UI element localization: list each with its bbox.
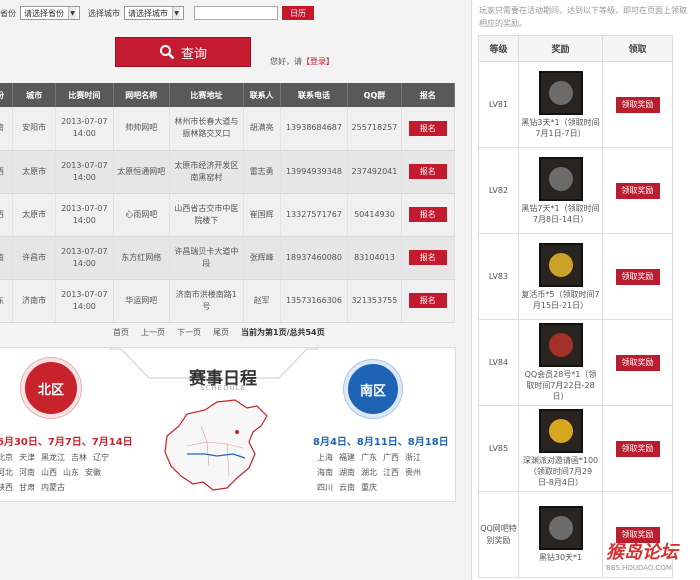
search-button[interactable]: 查询 (115, 37, 251, 67)
chevron-down-icon: ▼ (172, 7, 180, 19)
claim-reward-button[interactable]: 领取奖励 (615, 440, 660, 457)
left-column: 省份 请选择省份 ▼ 选择城市 请选择城市 ▼ 日历 查询 您好，请【登录】 份… (0, 0, 462, 580)
north-dates: 6月30日、7月7日、7月14日 (0, 437, 133, 448)
reward-row: LV83 复活币*5（领取时间7月15日-21日） 领取奖励 (478, 233, 673, 320)
reward-level: LV83 (478, 233, 519, 320)
province-select[interactable]: 请选择省份 ▼ (20, 6, 80, 20)
col-province: 份 (0, 83, 14, 107)
south-zone-badge: 南区 (344, 360, 402, 418)
city-select[interactable]: 请选择城市 ▼ (124, 6, 184, 20)
col-city: 城市 (12, 83, 57, 107)
col-contact: 联系人 (243, 83, 281, 107)
pager-first[interactable]: 首页 (113, 327, 129, 338)
col-address: 比赛地址 (169, 83, 244, 107)
reward-row: LV85 深渊派对邀请函*100（领取时间7月29日-8月4日） 领取奖励 (478, 405, 673, 492)
col-claim: 领取 (602, 35, 673, 62)
watermark-url: BBS.HOUDAO.COM (606, 564, 672, 572)
table-row: 东 济南市 2013-07-07 14:00 华运网吧 济南市洪楼南路1号 赵军 … (0, 279, 456, 323)
schedule-panel: 赛事日程 SCHEDULE 北区 南区 6月30日、7月7日、7月14日 8月4… (0, 347, 456, 502)
city-label: 选择城市 (88, 8, 120, 18)
pager-prev[interactable]: 上一页 (141, 327, 165, 338)
rewards-note: 玩家只需要在活动期间，达到以下等级，即可在页面上领取相应的奖励。 (479, 6, 687, 28)
rewards-panel: 玩家只需要在活动期间，达到以下等级，即可在页面上领取相应的奖励。 等级 奖励 领… (471, 0, 700, 580)
reward-row: LV82 黑钻7天*1（领取时间7月8日-14日） 领取奖励 (478, 147, 673, 234)
register-button[interactable]: 报名 (408, 164, 447, 179)
reward-item-icon (538, 323, 583, 367)
reward-level: LV82 (478, 147, 519, 234)
col-qq: QQ群 (347, 83, 402, 107)
pager-next[interactable]: 下一页 (177, 327, 201, 338)
search-icon (159, 45, 175, 60)
table-row: 南 许昌市 2013-07-07 14:00 东方红网络 许昌瑞贝卡大道中段 张辉… (0, 236, 456, 280)
register-button[interactable]: 报名 (408, 250, 447, 265)
reward-level: LV81 (478, 61, 519, 148)
filter-bar: 省份 请选择省份 ▼ 选择城市 请选择城市 ▼ 日历 (0, 5, 314, 21)
south-dates: 8月4日、8月11日、8月18日 (313, 437, 449, 448)
col-register: 报名 (401, 83, 456, 107)
reward-item-icon (538, 156, 583, 201)
register-button[interactable]: 报名 (408, 293, 447, 308)
table-row: 南 安阳市 2013-07-07 14:00 帅帅网吧 林州市长春大道与振林路交叉… (0, 107, 456, 151)
reward-row: LV84 QQ会员28号*1（领取时间7月22日-28日） 领取奖励 (478, 319, 673, 406)
calendar-button[interactable]: 日历 (282, 6, 314, 20)
reward-item-icon (538, 506, 583, 550)
reward-item-icon (538, 242, 583, 287)
north-cities: 北京 天津 黑龙江 吉林 辽宁 河北 河南 山西 山东 安徽 陕西 甘肃 内蒙古 (0, 453, 109, 492)
login-link[interactable]: 【登录】 (302, 57, 334, 66)
claim-reward-button[interactable]: 领取奖励 (615, 96, 660, 113)
reward-item-icon (538, 409, 583, 453)
col-cafe: 网吧名称 (113, 83, 170, 107)
pager-last[interactable]: 尾页 (213, 327, 229, 338)
col-level: 等级 (478, 35, 519, 62)
reward-level: LV85 (478, 405, 519, 492)
province-label: 省份 (0, 8, 16, 18)
reward-row: LV81 黑钻3天*1（领取时间7月1日-7日） 领取奖励 (478, 61, 673, 148)
watermark-logo: 猴岛论坛 (606, 542, 678, 563)
greeting: 您好，请【登录】 (270, 57, 334, 66)
table-row: 西 太原市 2013-07-07 14:00 心雨网吧 山西省古交市中医院楼下 崔… (0, 193, 456, 237)
register-button[interactable]: 报名 (408, 207, 447, 222)
col-time: 比赛时间 (55, 83, 114, 107)
reward-item-icon (538, 70, 583, 115)
table-row: 西 太原市 2013-07-07 14:00 太原恒通网吧 太原市经济开发区南黑窑… (0, 150, 456, 194)
register-button[interactable]: 报名 (408, 120, 447, 136)
match-table: 份 城市 比赛时间 网吧名称 比赛地址 联系人 联系电话 QQ群 报名 南 安阳… (0, 83, 456, 323)
claim-reward-button[interactable]: 领取奖励 (615, 354, 660, 371)
claim-reward-button[interactable]: 领取奖励 (615, 268, 660, 285)
north-zone-badge: 北区 (21, 358, 81, 418)
reward-level: LV84 (478, 319, 519, 406)
chevron-down-icon: ▼ (68, 7, 76, 19)
col-phone: 联系电话 (280, 83, 349, 107)
rewards-table: 等级 奖励 领取 LV81 黑钻3天*1（领取时间7月1日-7日） 领取奖励 L… (478, 35, 673, 578)
pager-status: 当前为第1页/总共54页 (241, 328, 325, 337)
china-map (164, 399, 268, 491)
south-cities: 上海 福建 广东 广西 浙江 海南 湖南 湖北 江西 贵州 四川 云南 重庆 (317, 453, 421, 492)
date-input[interactable] (194, 6, 278, 20)
claim-reward-button[interactable]: 领取奖励 (615, 182, 660, 199)
reward-level: QQ网吧特别奖励 (478, 491, 519, 578)
pagination: 首页 上一页 下一页 尾页 当前为第1页/总共54页 (113, 327, 325, 338)
col-reward: 奖励 (518, 35, 603, 62)
